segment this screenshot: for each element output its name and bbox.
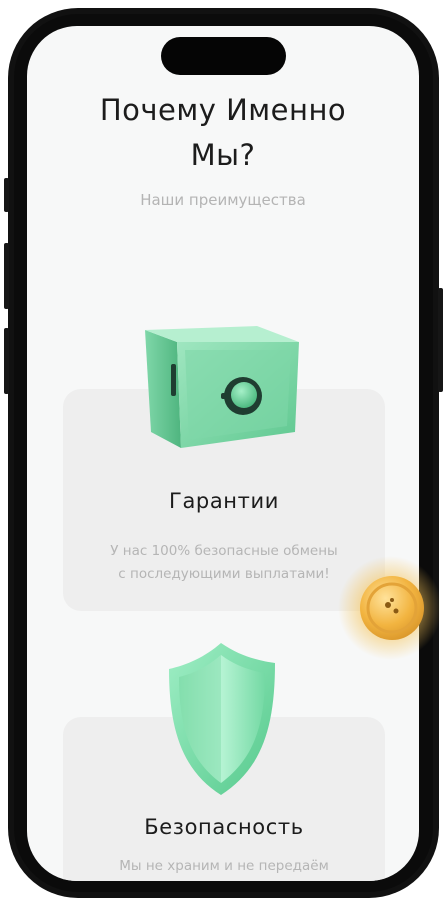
side-button-mute — [4, 178, 9, 212]
feature-card-text: Мы не храним и не передаём — [63, 855, 385, 878]
shield-icon — [169, 643, 275, 795]
page-title: Почему Именно Мы? — [27, 88, 419, 178]
side-button-volume-down — [4, 328, 9, 394]
feature-card-text-line1: Мы не храним и не передаём — [119, 858, 329, 874]
coin-icon — [338, 556, 440, 660]
feature-card-title: Безопасность — [144, 815, 304, 839]
side-button-volume-up — [4, 243, 9, 309]
dynamic-island — [161, 37, 286, 75]
page-title-line1: Почему Именно — [99, 93, 347, 127]
screen: Почему Именно Мы? Наши преимущества Гара… — [27, 26, 419, 881]
feature-card-title: Гарантии — [169, 489, 279, 513]
page-title-line2: Мы? — [190, 138, 256, 172]
safe-icon — [145, 326, 299, 448]
page-subtitle: Наши преимущества — [140, 191, 306, 209]
side-button-power — [438, 288, 443, 392]
